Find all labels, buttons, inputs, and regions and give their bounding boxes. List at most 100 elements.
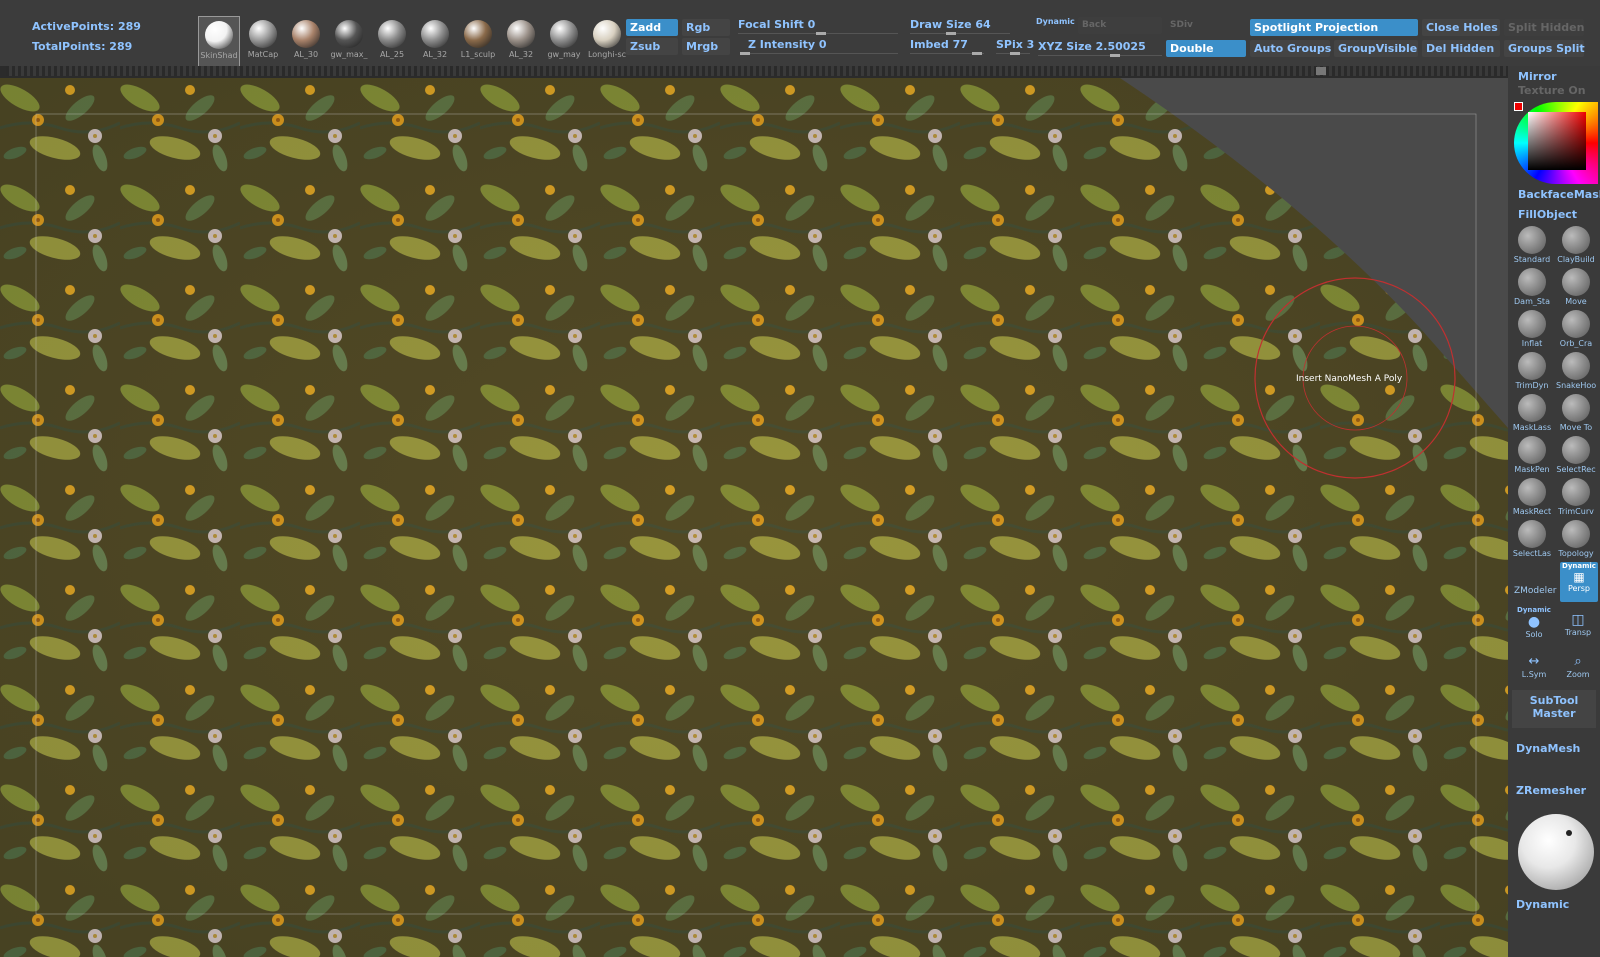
brush-icon	[1562, 394, 1590, 422]
brush-button[interactable]: MaskPen	[1512, 434, 1552, 476]
xyz-size-knob[interactable]	[1110, 54, 1120, 57]
brush-button[interactable]: Standard	[1512, 224, 1552, 266]
material-sphere-icon	[464, 20, 492, 48]
brush-label: MaskRect	[1512, 507, 1552, 516]
brush-label: Orb_Cra	[1556, 339, 1596, 348]
zsub-button[interactable]: Zsub	[626, 38, 678, 55]
flower-field-model[interactable]	[0, 78, 1508, 957]
backface-mask-button[interactable]: BackfaceMask	[1518, 188, 1600, 201]
persp-button[interactable]: Dynamic ▦ Persp	[1560, 562, 1598, 602]
material-swatch[interactable]: AL_32	[501, 16, 541, 66]
brush-button[interactable]: MaskLass	[1512, 392, 1552, 434]
material-swatch[interactable]: AL_25	[372, 16, 412, 66]
brush-button[interactable]: Orb_Cra	[1556, 308, 1596, 350]
texture-on-button[interactable]: Texture On	[1518, 84, 1586, 97]
saturation-square[interactable]	[1528, 112, 1586, 170]
brush-button[interactable]: Topology	[1556, 518, 1596, 560]
imbed-knob[interactable]	[972, 52, 982, 55]
sdiv-slider[interactable]: SDiv	[1166, 17, 1242, 34]
brush-button[interactable]: Move	[1556, 266, 1596, 308]
material-swatch[interactable]: gw_max_	[329, 16, 369, 66]
dynamic-button[interactable]: Dynamic	[1516, 898, 1569, 911]
brush-label: SnakeHoo	[1556, 381, 1596, 390]
groups-split-button[interactable]: Groups Split	[1504, 40, 1584, 57]
draw-size-knob[interactable]	[946, 32, 956, 35]
brush-button[interactable]: SnakeHoo	[1556, 350, 1596, 392]
material-swatch[interactable]: SkinShad	[198, 16, 240, 68]
z-intensity-knob[interactable]	[740, 52, 750, 55]
imbed-slider[interactable]: Imbed 77	[910, 36, 984, 54]
brush-icon	[1562, 310, 1590, 338]
brush-button[interactable]: SelectRec	[1556, 434, 1596, 476]
light-position-icon[interactable]	[1566, 830, 1572, 836]
auto-groups-button[interactable]: Auto Groups	[1250, 40, 1330, 57]
draw-size-slider[interactable]: Draw Size 64	[910, 16, 1010, 34]
document-canvas[interactable]: Insert NanoMesh A Poly	[0, 78, 1508, 957]
tray-divider[interactable]	[6, 66, 1514, 76]
lsym-label: L.Sym	[1514, 670, 1554, 679]
zoom-label: Zoom	[1558, 670, 1598, 679]
material-swatch[interactable]: Longhi-sc	[587, 16, 627, 66]
close-holes-button[interactable]: Close Holes	[1422, 19, 1500, 36]
dynamic-toggle[interactable]: Dynamic	[1036, 17, 1075, 26]
mirror-button[interactable]: Mirror	[1518, 70, 1557, 83]
tray-handle[interactable]	[1316, 67, 1326, 75]
zremesher-button[interactable]: ZRemesher	[1516, 784, 1586, 797]
subtool-master-button[interactable]: SubTool Master	[1512, 690, 1596, 728]
zadd-button[interactable]: Zadd	[626, 19, 678, 36]
fill-object-button[interactable]: FillObject	[1518, 208, 1577, 221]
brush-button[interactable]: Move To	[1556, 392, 1596, 434]
spix-slider[interactable]: SPix 3	[996, 36, 1030, 54]
solo-label: Solo	[1514, 630, 1554, 639]
brush-button[interactable]: SelectLas	[1512, 518, 1552, 560]
dynamesh-button[interactable]: DynaMesh	[1516, 742, 1580, 755]
back-button[interactable]: Back	[1078, 17, 1162, 34]
spotlight-projection-button[interactable]: Spotlight Projection	[1250, 19, 1418, 36]
spix-knob[interactable]	[1010, 52, 1020, 55]
brush-button[interactable]: MaskRect	[1512, 476, 1552, 518]
mrgb-button[interactable]: Mrgb	[682, 38, 730, 55]
brush-label: Inflat	[1512, 339, 1552, 348]
material-label: AL_32	[415, 50, 455, 59]
material-swatch[interactable]: MatCap	[243, 16, 283, 66]
rgb-button[interactable]: Rgb	[682, 19, 730, 36]
material-swatch[interactable]: AL_30	[286, 16, 326, 66]
brush-button[interactable]: TrimDyn	[1512, 350, 1552, 392]
color-swatch[interactable]	[1514, 102, 1523, 111]
material-sphere-icon	[335, 20, 363, 48]
brush-cursor-label: Insert NanoMesh A Poly	[1296, 374, 1402, 384]
material-swatch[interactable]: AL_32	[415, 16, 455, 66]
brush-label: ClayBuild	[1556, 255, 1596, 264]
color-picker[interactable]	[1514, 102, 1598, 184]
brush-button[interactable]: ClayBuild	[1556, 224, 1596, 266]
group-visible-button[interactable]: GroupVisible	[1334, 40, 1418, 57]
brush-button[interactable]: Inflat	[1512, 308, 1552, 350]
brush-label: SelectRec	[1556, 465, 1596, 474]
focal-shift-slider[interactable]: Focal Shift 0	[738, 16, 898, 34]
brush-button[interactable]: TrimCurv	[1556, 476, 1596, 518]
material-label: SkinShad	[199, 51, 239, 60]
zoom-button[interactable]: ⌕ Zoom	[1558, 654, 1598, 679]
double-button[interactable]: Double	[1166, 40, 1246, 57]
focal-shift-knob[interactable]	[816, 32, 826, 35]
lsym-button[interactable]: ↔ L.Sym	[1514, 654, 1554, 679]
material-preview-sphere[interactable]	[1518, 814, 1594, 890]
split-hidden-button[interactable]: Split Hidden	[1504, 19, 1584, 36]
material-sphere-icon	[292, 20, 320, 48]
material-label: L1_sculp	[458, 50, 498, 59]
brush-palette: Standard ClayBuild Dam_StaMove Inflat Orb_Cr…	[1512, 224, 1600, 560]
brush-icon	[1562, 268, 1590, 296]
top-toolbar: ActivePoints: 289 TotalPoints: 289 SkinS…	[0, 0, 1600, 66]
xyz-size-slider[interactable]: XYZ Size 2.50025	[1038, 38, 1162, 56]
material-swatch[interactable]: L1_sculp	[458, 16, 498, 66]
focal-shift-label: Focal Shift 0	[738, 18, 815, 31]
brush-icon	[1518, 226, 1546, 254]
solo-button[interactable]: Dynamic ● Solo	[1514, 606, 1554, 639]
transp-button[interactable]: ◫ Transp	[1558, 612, 1598, 637]
material-swatch[interactable]: gw_may	[544, 16, 584, 66]
z-intensity-slider[interactable]: Z Intensity 0	[748, 36, 898, 54]
del-hidden-button[interactable]: Del Hidden	[1422, 40, 1500, 57]
brush-button[interactable]: Dam_Sta	[1512, 266, 1552, 308]
brush-icon	[1518, 478, 1546, 506]
zmodeler-brush[interactable]: ZModeler	[1514, 586, 1556, 596]
